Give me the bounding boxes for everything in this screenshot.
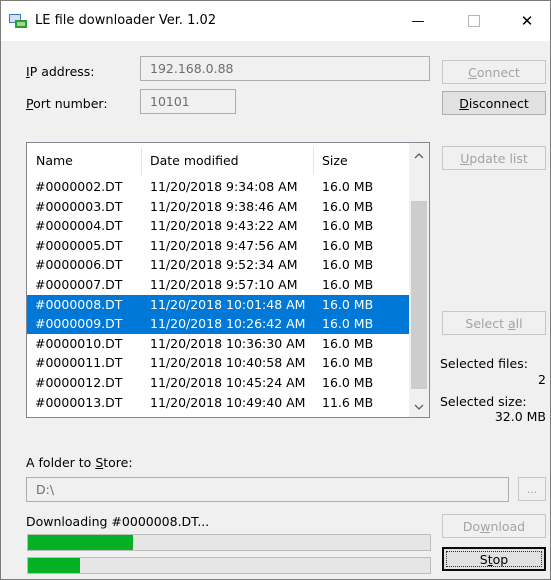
- file-size-cell: 16.0 MB: [322, 296, 374, 312]
- file-progress-bar: [27, 534, 431, 551]
- file-date-cell: 11/20/2018 10:49:40 AM: [150, 394, 306, 410]
- chevron-up-icon: [414, 153, 424, 159]
- file-list-row[interactable]: #0000006.DT 11/20/2018 9:52:34 AM 16.0 MB: [27, 255, 409, 275]
- file-size-cell: 16.0 MB: [322, 218, 374, 234]
- file-date-cell: 11/20/2018 10:01:48 AM: [150, 296, 306, 312]
- file-list-row[interactable]: #0000013.DT 11/20/2018 10:49:40 AM 11.6 MB: [27, 393, 409, 413]
- file-size-cell: 16.0 MB: [322, 355, 374, 371]
- select-all-button[interactable]: Select a ll: [442, 311, 546, 335]
- file-list[interactable]: Name Date modified Size #0000002.DT 11/20…: [26, 142, 430, 418]
- column-header-size[interactable]: Size: [313, 143, 409, 177]
- file-name-cell: #0000005.DT: [35, 237, 123, 253]
- file-size-cell: 16.0 MB: [322, 198, 374, 214]
- chevron-down-icon: [414, 404, 424, 410]
- file-name-cell: #0000013.DT: [35, 394, 123, 410]
- browse-folder-button[interactable]: ...: [518, 477, 546, 501]
- file-progress-fill: [28, 535, 133, 550]
- main-window: LE file downloader Ver. 1.02 — ✕ IP addr…: [0, 0, 551, 580]
- scroll-up-button[interactable]: [409, 146, 429, 166]
- close-button[interactable]: ✕: [504, 1, 550, 41]
- file-size-cell: 16.0 MB: [322, 179, 374, 194]
- file-list-row[interactable]: #0000008.DT 11/20/2018 10:01:48 AM 16.0 MB: [27, 294, 409, 315]
- file-date-cell: 11/20/2018 10:26:42 AM: [150, 316, 306, 332]
- window-title: LE file downloader Ver. 1.02: [35, 13, 217, 28]
- minimize-icon: —: [411, 13, 425, 29]
- file-size-cell: 16.0 MB: [322, 237, 374, 253]
- title-bar[interactable]: LE file downloader Ver. 1.02 — ✕: [1, 1, 550, 41]
- file-date-cell: 11/20/2018 9:57:10 AM: [150, 276, 298, 292]
- file-name-cell: #0000006.DT: [35, 257, 123, 273]
- maximize-icon: [468, 15, 480, 27]
- column-header-date[interactable]: Date modified: [141, 143, 313, 177]
- file-date-cell: 11/20/2018 9:52:34 AM: [150, 257, 298, 273]
- file-date-cell: 11/20/2018 9:34:08 AM: [150, 179, 298, 194]
- file-date-cell: 11/20/2018 9:43:22 AM: [150, 218, 298, 234]
- file-list-row[interactable]: #0000009.DT 11/20/2018 10:26:42 AM 16.0 MB: [27, 314, 409, 334]
- file-name-cell: #0000002.DT: [35, 179, 123, 194]
- file-list-row[interactable]: #0000010.DT 11/20/2018 10:36:30 AM 16.0 MB: [27, 334, 409, 354]
- total-progress-fill: [28, 558, 81, 573]
- file-list-row[interactable]: #0000003.DT 11/20/2018 9:38:46 AM 16.0 MB: [27, 197, 409, 217]
- file-list-header: Name Date modified Size: [27, 143, 409, 177]
- scroll-down-button[interactable]: [409, 397, 429, 417]
- download-button[interactable]: Do w nload: [442, 514, 546, 538]
- file-name-cell: #0000008.DT: [35, 296, 123, 312]
- file-name-cell: #0000004.DT: [35, 218, 123, 234]
- port-number-label: Port number:: [26, 96, 108, 111]
- scrollbar-thumb[interactable]: [411, 201, 427, 389]
- file-date-cell: 11/20/2018 10:45:24 AM: [150, 374, 306, 390]
- selected-files-value: 2: [538, 372, 546, 387]
- column-header-name[interactable]: Name: [27, 143, 141, 177]
- port-number-field[interactable]: 10101: [140, 89, 236, 114]
- vertical-scrollbar[interactable]: [409, 143, 429, 417]
- file-name-cell: #0000007.DT: [35, 276, 123, 292]
- ip-address-field[interactable]: 192.168.0.88: [140, 56, 430, 81]
- stop-button[interactable]: St op: [442, 547, 546, 571]
- file-date-cell: 11/20/2018 10:36:30 AM: [150, 335, 306, 351]
- file-name-cell: #0000011.DT: [35, 355, 123, 371]
- selected-size-value: 32.0 MB: [494, 409, 546, 424]
- download-status: Downloading #0000008.DT...: [26, 514, 210, 529]
- connect-button[interactable]: Connect: [442, 60, 546, 84]
- file-list-row[interactable]: #0000005.DT 11/20/2018 9:47:56 AM 16.0 MB: [27, 236, 409, 256]
- file-list-rows: #0000002.DT 11/20/2018 9:34:08 AM 16.0 MB #…: [27, 177, 409, 412]
- file-date-cell: 11/20/2018 10:40:58 AM: [150, 355, 306, 371]
- maximize-button[interactable]: [451, 1, 497, 41]
- file-list-row[interactable]: #0000007.DT 11/20/2018 9:57:10 AM 16.0 MB: [27, 275, 409, 295]
- file-name-cell: #0000010.DT: [35, 335, 123, 351]
- file-size-cell: 16.0 MB: [322, 335, 374, 351]
- file-name-cell: #0000003.DT: [35, 198, 123, 214]
- file-date-cell: 11/20/2018 9:38:46 AM: [150, 198, 298, 214]
- file-size-cell: 16.0 MB: [322, 276, 374, 292]
- ip-address-label: IP address:: [26, 64, 95, 79]
- file-list-row[interactable]: #0000004.DT 11/20/2018 9:43:22 AM 16.0 MB: [27, 216, 409, 236]
- store-folder-field[interactable]: D:\: [26, 477, 509, 502]
- app-icon: [9, 14, 27, 28]
- file-name-cell: #0000009.DT: [35, 316, 123, 332]
- file-size-cell: 16.0 MB: [322, 374, 374, 390]
- file-list-row[interactable]: #0000002.DT 11/20/2018 9:34:08 AM 16.0 MB: [27, 177, 409, 197]
- file-list-row[interactable]: #0000011.DT 11/20/2018 10:40:58 AM 16.0 MB: [27, 353, 409, 373]
- store-folder-label: A folder to Store:: [26, 455, 133, 470]
- file-date-cell: 11/20/2018 9:47:56 AM: [150, 237, 298, 253]
- update-list-button[interactable]: Update list: [442, 146, 546, 170]
- file-size-cell: 16.0 MB: [322, 257, 374, 273]
- file-size-cell: 11.6 MB: [322, 394, 374, 410]
- ellipsis-icon: ...: [526, 482, 538, 496]
- file-size-cell: 16.0 MB: [322, 316, 374, 332]
- file-list-row[interactable]: #0000012.DT 11/20/2018 10:45:24 AM 16.0 MB: [27, 373, 409, 393]
- close-icon: ✕: [520, 12, 534, 30]
- disconnect-button[interactable]: Disconnect: [442, 91, 546, 115]
- selected-files-label: Selected files:: [440, 356, 528, 371]
- minimize-button[interactable]: —: [395, 1, 441, 41]
- total-progress-bar: [27, 557, 431, 574]
- selected-size-label: Selected size:: [440, 394, 527, 409]
- file-name-cell: #0000012.DT: [35, 374, 123, 390]
